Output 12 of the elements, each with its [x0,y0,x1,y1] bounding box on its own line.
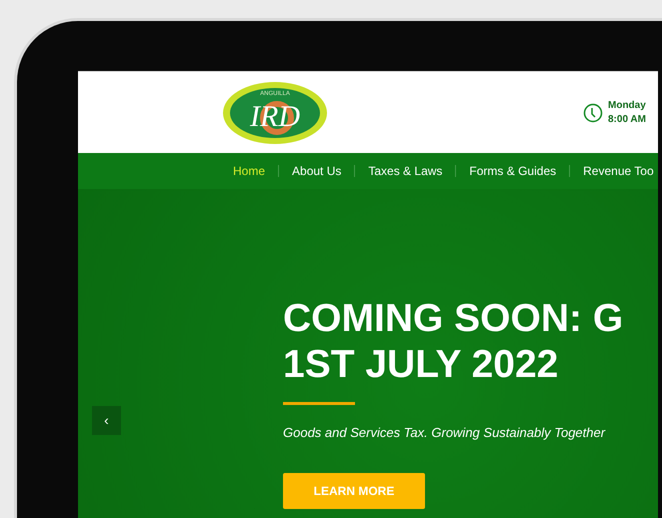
nav-link[interactable]: About Us [279,162,354,180]
nav-link[interactable]: Forms & Guides [456,162,570,180]
hero-subtitle: Goods and Services Tax. Growing Sustainably Together [283,424,606,442]
clock-icon [583,102,603,122]
previous-slide-button[interactable]: ‹ [92,406,121,435]
nav-link[interactable]: Revenue Too [570,162,658,180]
hero-heading: COMING SOON: G [283,296,624,342]
opening-day: Monday [608,98,656,112]
nav-link[interactable]: Home [220,162,278,180]
nav-link[interactable]: Taxes & Laws [355,162,456,180]
hero-heading: 1ST JULY 2022 [283,342,558,388]
opening-time: 8:00 AM [608,112,647,126]
